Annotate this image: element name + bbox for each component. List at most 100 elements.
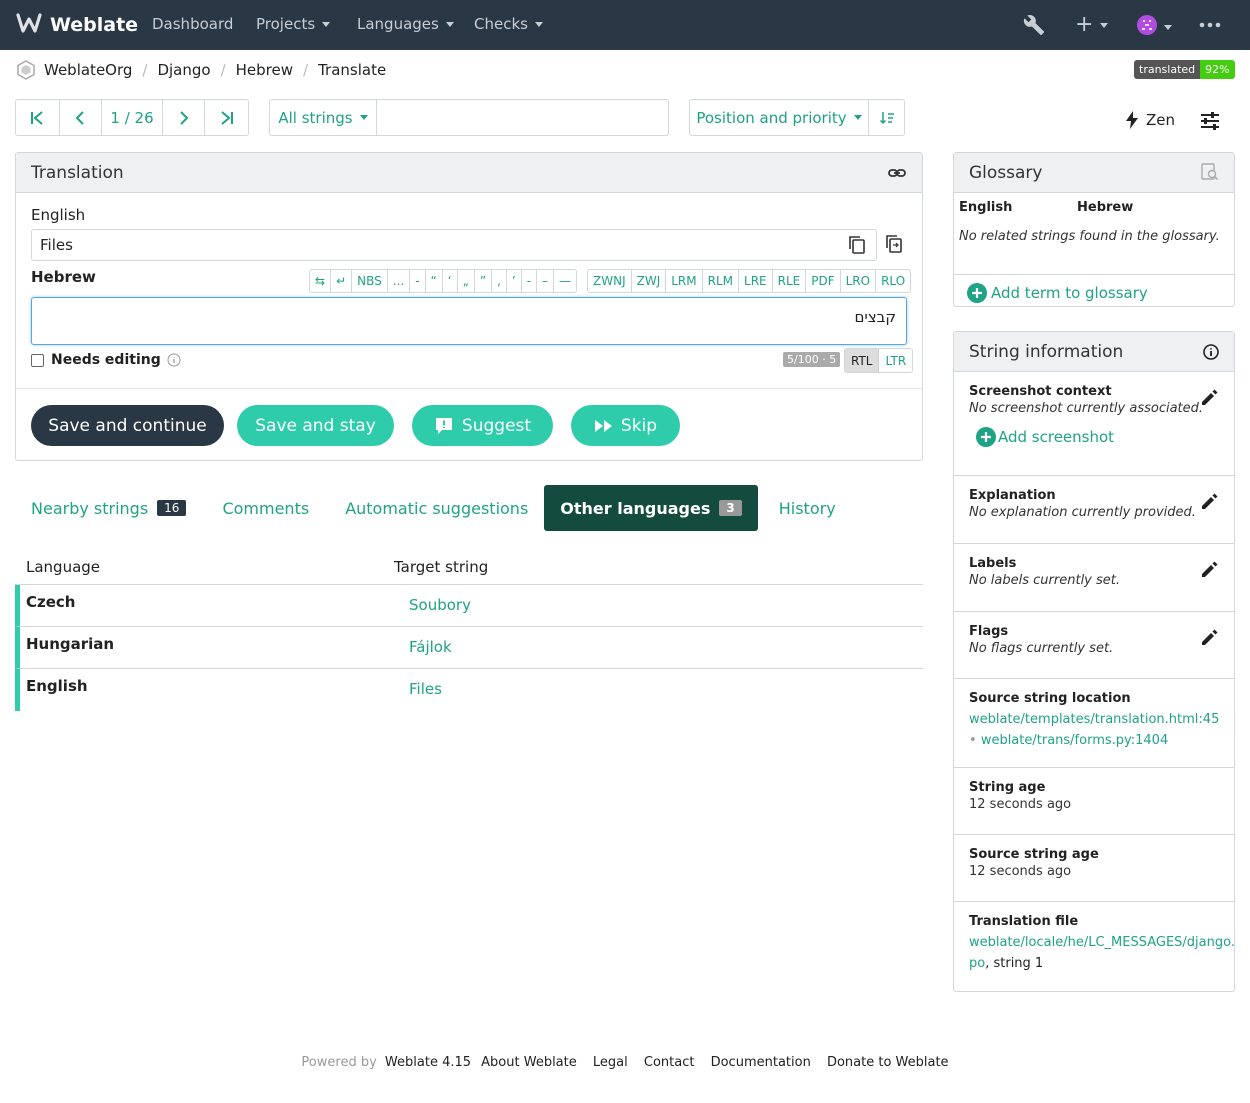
nav-languages-label: Languages [357,15,439,33]
edit-pencil-icon[interactable] [1200,491,1220,515]
first-button[interactable] [16,100,60,135]
char-button[interactable]: “ [426,270,443,292]
glossary-search-icon[interactable] [1201,163,1219,186]
save-stay-button[interactable]: Save and stay [237,405,394,446]
footer: Powered by Weblate 4.15 About Weblate Le… [0,1055,1250,1070]
char-button[interactable]: ’ [507,270,522,292]
tab-automatic-suggestions[interactable]: Automatic suggestions [329,485,544,531]
char-button[interactable]: NBS [352,270,388,292]
link-icon[interactable] [888,164,906,187]
caret-down-icon [359,115,368,120]
dir-char-button[interactable]: ZWJ [632,270,667,292]
add-term-link[interactable]: Add term to glossary [954,275,1234,311]
caret-down-icon [534,21,543,27]
char-button[interactable]: ↵ [331,270,353,292]
char-button[interactable]: ‚ [492,270,507,292]
needs-editing-checkbox[interactable] [31,353,44,367]
source-location-link[interactable]: weblate/trans/forms.py:1404 [981,733,1168,748]
translation-file-link[interactable]: po [969,956,985,971]
next-button[interactable] [163,100,206,135]
previous-button[interactable] [60,100,103,135]
char-button[interactable]: ‐ [410,270,426,292]
caret-down-icon [1100,22,1109,28]
breadcrumb-component[interactable]: Django [157,61,210,79]
tab-other-languages[interactable]: Other languages 3 [544,485,758,531]
save-continue-button[interactable]: Save and continue [31,405,224,446]
target-language-label: Hebrew [31,268,96,286]
user-menu[interactable] [1137,15,1172,39]
info-circle-icon[interactable] [1203,344,1219,365]
source-text-value: Files [40,236,73,254]
footer-powered: Powered by [301,1055,377,1070]
char-button[interactable]: — [554,270,576,292]
last-button[interactable] [205,100,248,135]
project-icon [16,60,36,80]
add-menu[interactable]: + [1075,14,1109,36]
brand[interactable]: Weblate [16,12,138,38]
char-button[interactable]: ... [388,270,411,292]
breadcrumb-language[interactable]: Hebrew [236,61,293,79]
footer-link[interactable]: Documentation [711,1055,811,1070]
divider [16,388,922,389]
footer-link[interactable]: Donate to Weblate [827,1055,949,1070]
char-button[interactable]: ” [475,270,493,292]
translated-badge[interactable]: translated 92% [1134,60,1235,79]
add-screenshot-link[interactable]: Add screenshot [976,427,1219,447]
search-input[interactable] [377,100,668,135]
dir-char-button[interactable]: RLE [773,270,807,292]
skip-button[interactable]: Skip [571,405,680,446]
char-button[interactable]: ⇆ [310,270,332,292]
rtl-button[interactable]: RTL [845,349,880,372]
caret-down-icon [1164,24,1172,30]
translation-file-link[interactable]: weblate/locale/he/LC_MESSAGES/django. [969,935,1235,950]
translation-textarea[interactable]: קבצים [31,297,907,345]
dir-char-button[interactable]: LRE [739,270,773,292]
ltr-button[interactable]: LTR [879,349,912,372]
char-button[interactable]: - [522,270,538,292]
filter-dropdown[interactable]: All strings [270,100,377,135]
nav-dashboard[interactable]: Dashboard [152,15,233,33]
dir-char-button[interactable]: ZWNJ [588,270,632,292]
dir-char-button[interactable]: PDF [806,270,841,292]
nav-languages[interactable]: Languages [357,15,454,33]
edit-pencil-icon[interactable] [1200,559,1220,583]
length-counter: 5/100 · 5 [783,352,841,367]
source-location-link[interactable]: weblate/templates/translation.html:45 [969,712,1219,727]
dir-char-button[interactable]: LRO [841,270,877,292]
row-target-link[interactable]: Soubory [409,585,471,626]
footer-link[interactable]: Legal [593,1055,628,1070]
row-target-link[interactable]: Fájlok [409,627,452,668]
location-separator: • [969,733,977,748]
copy-icon[interactable] [848,235,866,259]
char-button[interactable]: – [537,270,555,292]
sort-direction-button[interactable] [869,100,904,135]
breadcrumb-project-group[interactable]: WeblateOrg [44,61,132,79]
dir-char-button[interactable]: LRM [666,270,703,292]
info-icon[interactable] [167,353,181,367]
char-button[interactable]: ‘ [443,270,458,292]
breadcrumb-current: Translate [318,61,387,79]
more-icon[interactable] [1199,15,1221,39]
suggest-button[interactable]: Suggest [412,405,553,446]
clone-source-icon[interactable] [885,234,903,258]
tab-comments[interactable]: Comments [202,485,329,531]
footer-version-link[interactable]: Weblate 4.15 [385,1055,471,1070]
char-button[interactable]: „ [458,270,475,292]
edit-pencil-icon[interactable] [1200,627,1220,651]
tab-history[interactable]: History [758,485,857,531]
footer-link[interactable]: Contact [644,1055,695,1070]
footer-link[interactable]: About Weblate [481,1055,577,1070]
sort-dropdown[interactable]: Position and priority [690,100,869,135]
edit-pencil-icon[interactable] [1200,387,1220,411]
zen-button[interactable]: Zen [1125,111,1175,129]
nav-checks[interactable]: Checks [474,15,543,33]
row-target-link[interactable]: Files [409,669,442,711]
wrench-icon[interactable] [1023,14,1045,40]
settings-sliders-icon[interactable] [1200,111,1220,135]
nav-projects[interactable]: Projects [256,15,331,33]
tab-nearby-strings[interactable]: Nearby strings 16 [15,485,202,531]
dir-char-button[interactable]: RLO [876,270,910,292]
direction-toggle: RTL LTR [844,348,914,373]
dir-char-button[interactable]: RLM [703,270,740,292]
navigation-group: 1 / 26 [15,99,249,136]
